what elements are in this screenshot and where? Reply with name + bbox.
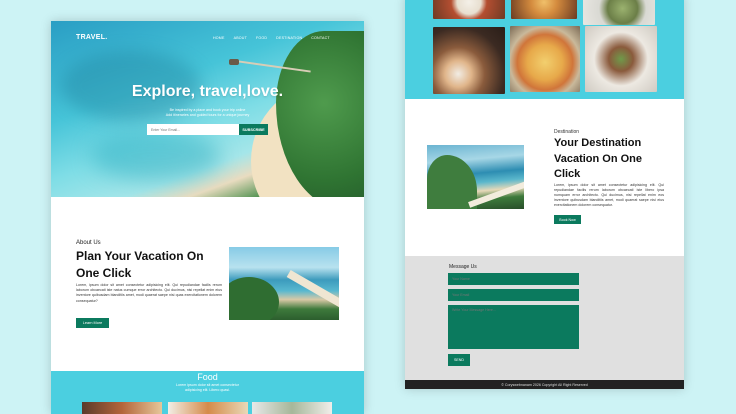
pizza-photo (510, 26, 580, 92)
footer-copyright: © Coryswebnanam 2026 Copyright All Right… (405, 380, 684, 389)
about-text: Lorem, ipsum dolor sit amet consectetur … (76, 283, 222, 303)
hero-subtitle: Be inspired by a place and book your tri… (169, 108, 246, 112)
destination-beach-photo (427, 145, 524, 209)
nav-link-contact[interactable]: CONTACT (311, 36, 330, 40)
nav-link-destination[interactable]: DESTINATION (276, 36, 302, 40)
photo-shore-shape (286, 270, 339, 312)
destination-text: Lorem, ipsum dolor sit amet consectetur … (554, 183, 664, 207)
subscribe-button[interactable]: SUBSCRIBE (239, 124, 268, 135)
email-input[interactable] (147, 124, 239, 135)
nav-link-about[interactable]: ABOUT (234, 36, 247, 40)
learn-more-button[interactable]: Learn More (76, 318, 109, 328)
food-photo (583, 0, 655, 25)
landing-page-preview-left: TRAVEL. HOME ABOUT FOOD DESTINATION CONT… (51, 21, 364, 414)
message-field[interactable] (448, 305, 579, 349)
food-photo (168, 402, 248, 414)
nav-links: HOME ABOUT FOOD DESTINATION CONTACT (213, 36, 339, 40)
food-photo (433, 27, 505, 94)
food-photo (252, 402, 332, 414)
hero-subtitle: Add itineraries and guided tours for a u… (165, 113, 250, 117)
nav-link-home[interactable]: HOME (213, 36, 225, 40)
photo-palm-shape (229, 277, 279, 320)
book-now-button[interactable]: Book Now (554, 215, 581, 224)
name-field[interactable] (448, 273, 579, 285)
food-photo (433, 0, 505, 19)
hero-section: TRAVEL. HOME ABOUT FOOD DESTINATION CONT… (51, 21, 364, 197)
destination-label: Destination (554, 129, 580, 135)
food-photo (585, 26, 657, 92)
about-title: Plan Your Vacation On One Click (76, 249, 204, 280)
landing-page-preview-right: Destination Your Destination Vacation On… (405, 0, 684, 389)
food-subtitle: adipisicing elit. Libero quasi. (185, 388, 230, 392)
destination-title: Your Destination Vacation On One Click (554, 137, 643, 180)
hero-hut-shape (229, 59, 239, 65)
food-photo (511, 0, 577, 19)
food-subtitle: Lorem ipsum dolor sit amet consectetur (176, 383, 239, 387)
send-button[interactable]: SEND (448, 354, 470, 366)
food-photo (82, 402, 162, 414)
food-title: Food (197, 372, 218, 382)
about-beach-photo (229, 247, 339, 320)
nav-link-food[interactable]: FOOD (256, 36, 267, 40)
hero-title: Explore, travel,love. (131, 83, 284, 100)
contact-label: Message Us (449, 264, 477, 270)
email-field[interactable] (448, 289, 579, 301)
food-gallery (405, 0, 684, 99)
about-label: About Us (76, 240, 101, 246)
subscribe-form: SUBSCRIBE (147, 124, 268, 135)
hero-reef-shape (91, 131, 221, 181)
nav-logo[interactable]: TRAVEL. (76, 34, 108, 41)
